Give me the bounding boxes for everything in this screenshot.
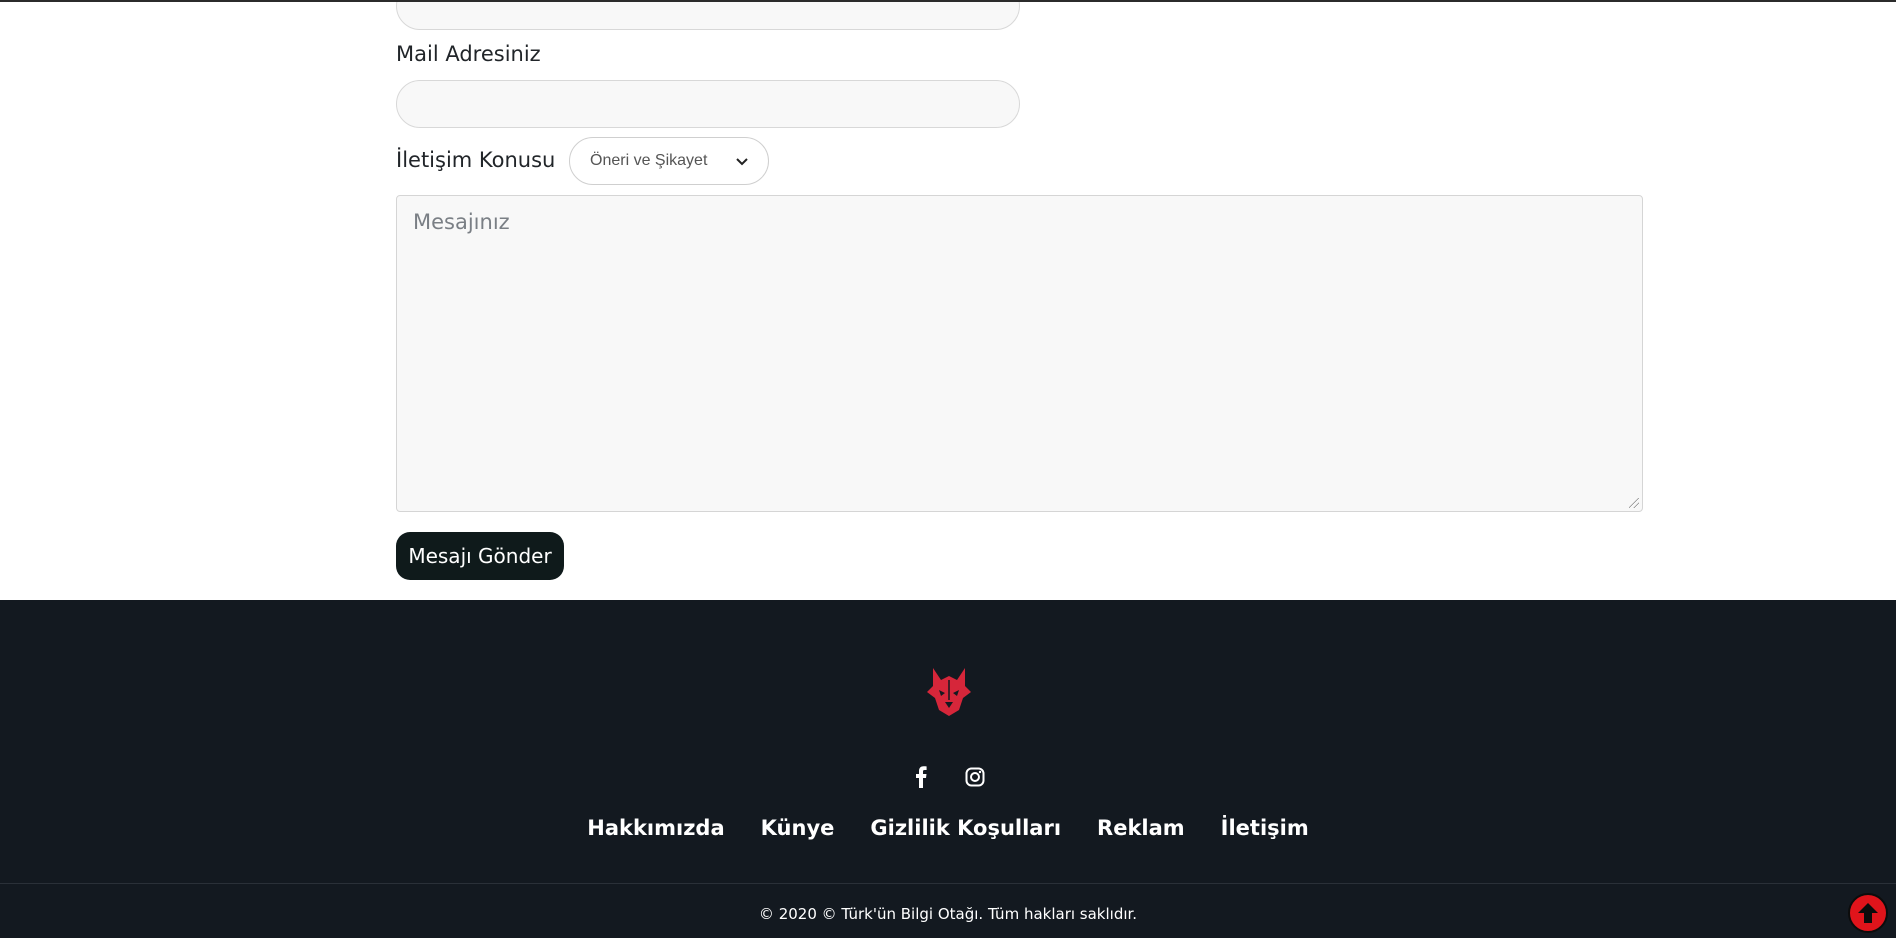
site-footer: Hakkımızda Künye Gizlilik Koşulları Rekl… xyxy=(0,600,1896,938)
footer-link-kunye[interactable]: Künye xyxy=(761,816,835,840)
email-label: Mail Adresiniz xyxy=(396,42,541,66)
footer-nav: Hakkımızda Künye Gizlilik Koşulları Rekl… xyxy=(0,816,1896,840)
send-message-button[interactable]: Mesajı Gönder xyxy=(396,532,564,580)
copyright-text: © 2020 © Türk'ün Bilgi Otağı. Tüm haklar… xyxy=(758,905,1138,923)
arrow-up-icon xyxy=(1858,903,1878,923)
footer-link-reklam[interactable]: Reklam xyxy=(1097,816,1185,840)
top-divider xyxy=(0,0,1896,2)
name-input[interactable] xyxy=(397,0,1019,29)
resize-handle-icon[interactable] xyxy=(1629,498,1639,508)
scroll-to-top-button[interactable] xyxy=(1848,893,1888,933)
topic-selected-value: Öneri ve Şikayet xyxy=(590,152,708,169)
chevron-down-icon xyxy=(736,154,748,169)
message-textarea[interactable]: Mesajınız xyxy=(396,195,1643,512)
topic-label: İletişim Konusu xyxy=(396,148,556,172)
wolf-head-logo[interactable] xyxy=(925,666,973,718)
contact-form: Mail Adresiniz İletişim Konusu Öneri ve … xyxy=(0,0,1896,600)
message-placeholder: Mesajınız xyxy=(413,210,510,234)
facebook-icon[interactable] xyxy=(910,766,932,788)
email-input[interactable] xyxy=(397,81,1019,127)
email-field[interactable] xyxy=(396,80,1020,128)
footer-divider xyxy=(0,883,1896,884)
footer-link-gizlilik[interactable]: Gizlilik Koşulları xyxy=(870,816,1061,840)
footer-link-hakkimizda[interactable]: Hakkımızda xyxy=(587,816,724,840)
topic-select[interactable]: Öneri ve Şikayet xyxy=(569,137,769,185)
instagram-icon[interactable] xyxy=(964,766,986,788)
social-links xyxy=(0,766,1896,788)
footer-link-iletisim[interactable]: İletişim xyxy=(1221,816,1309,840)
name-field[interactable] xyxy=(396,0,1020,30)
